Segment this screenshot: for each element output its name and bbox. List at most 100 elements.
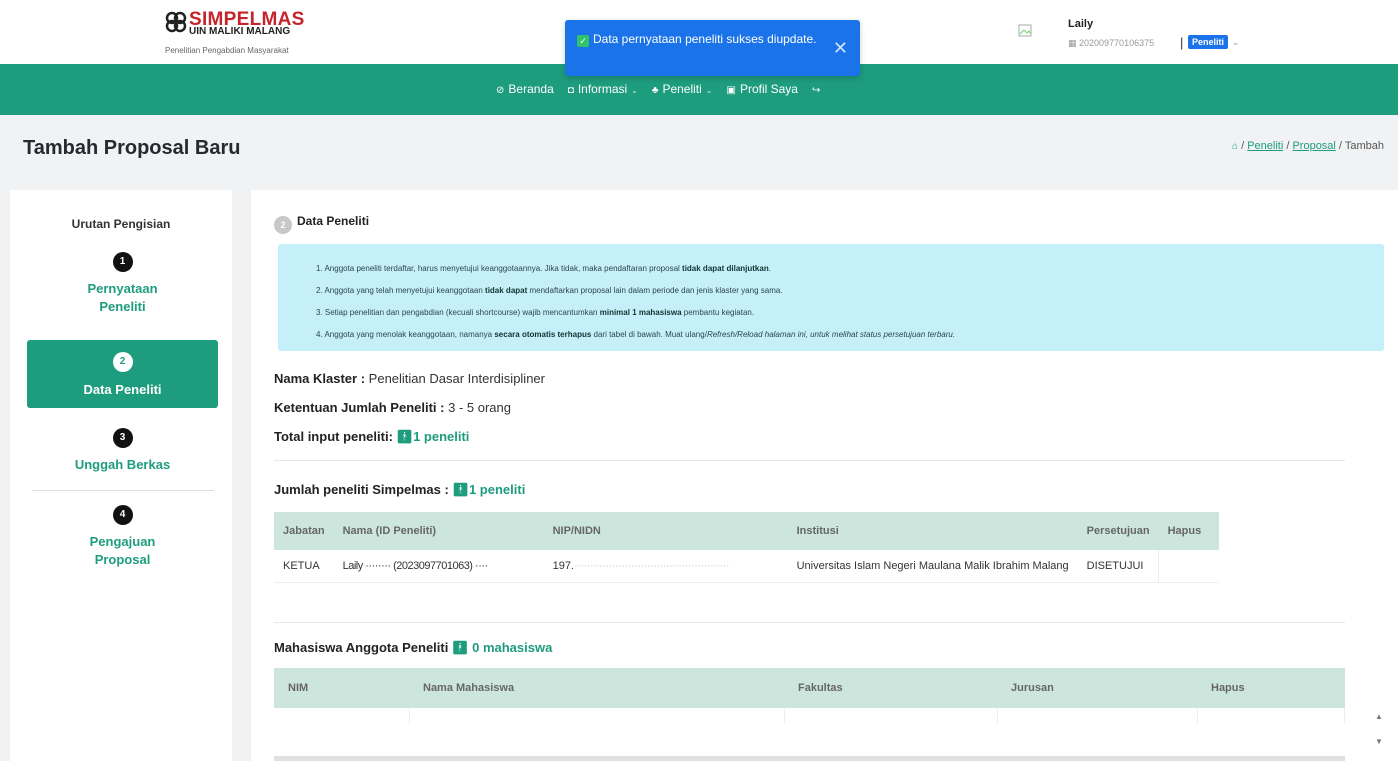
user-id-value: 202009770106375	[1079, 38, 1155, 48]
breadcrumb: ⌂ / Peneliti / Proposal / Tambah	[1231, 140, 1384, 152]
step-sidebar: Urutan Pengisian 1 Pernyataan Peneliti 2…	[10, 190, 232, 761]
mahasiswa-label: Mahasiswa Anggota Peneliti	[274, 640, 449, 655]
col-fakultas: Fakultas	[784, 668, 997, 708]
simpelmas-value: 1 peneliti	[468, 482, 526, 497]
empty-cell	[274, 708, 410, 724]
alert-line-1: 1. Anggota peneliti terdaftar, harus men…	[316, 258, 1384, 280]
nav-profil-label: Profil Saya	[739, 82, 798, 96]
alert-text: pembantu kegiatan.	[681, 308, 755, 317]
table-row-empty	[274, 708, 1345, 724]
scroll-up-icon[interactable]: ▲	[1375, 712, 1383, 721]
alert-text: 1. Anggota peneliti terdaftar, harus men…	[316, 264, 683, 273]
empty-cell	[784, 708, 998, 724]
mahasiswa-anggota: Mahasiswa Anggota Peneliti 🚹︎ 0 mahasisw…	[274, 640, 552, 656]
cell-institusi: Universitas Islam Negeri Maulana Malik I…	[787, 550, 1078, 583]
nama-klaster-value: Penelitian Dasar Interdisipliner	[368, 371, 545, 386]
col-institusi: Institusi	[787, 512, 1078, 550]
table-row: KETUA Laily ········ (2023097701063) ···…	[274, 550, 1219, 583]
alert-text: mendaftarkan proposal lain dalam periode…	[527, 286, 783, 295]
alert-line-4: 4. Anggota yang menolak keanggotaan, nam…	[316, 324, 1384, 346]
nav-informasi[interactable]: ◘ Informasi ⌄	[568, 82, 638, 96]
users-icon: ♣	[651, 85, 659, 96]
col-hapus: Hapus	[1197, 668, 1345, 708]
step-label: Data Peneliti	[83, 382, 162, 397]
total-label: Total input peneliti:	[274, 429, 393, 444]
chevron-down-icon[interactable]: ⌄	[1232, 37, 1240, 48]
col-jurusan: Jurusan	[997, 668, 1197, 708]
page-title: Tambah Proposal Baru	[23, 137, 241, 159]
col-jabatan: Jabatan	[274, 512, 334, 550]
total-input: Total input peneliti: 🚹︎1 peneliti	[274, 429, 469, 445]
peneliti-table: Jabatan Nama (ID Peneliti) NIP/NIDN Inst…	[274, 512, 1219, 583]
simpelmas-label: Jumlah peneliti Simpelmas :	[274, 482, 449, 497]
alert-text: dari tabel di bawah. Muat ulang/	[591, 330, 707, 339]
total-value: 1 peneliti	[413, 429, 470, 444]
toast-message: Data pernyataan peneliti sukses diupdate…	[593, 32, 817, 46]
step-number: 2	[112, 352, 133, 372]
empty-cell	[409, 708, 785, 724]
dashboard-icon: ⊘	[496, 85, 505, 96]
info-alert: 1. Anggota peneliti terdaftar, harus men…	[278, 244, 1384, 351]
user-name: Laily	[1068, 18, 1094, 30]
alert-line-2: 2. Anggota yang telah menyetujui keanggo…	[316, 280, 1384, 302]
col-hapus: Hapus	[1158, 512, 1219, 550]
table-header-row: NIM Nama Mahasiswa Fakultas Jurusan Hapu…	[274, 668, 1345, 708]
nav-beranda[interactable]: ⊘ Beranda	[496, 82, 554, 96]
nav-peneliti[interactable]: ♣ Peneliti ⌄	[652, 82, 713, 96]
col-nama-mahasiswa: Nama Mahasiswa	[409, 668, 784, 708]
section-title: 2 Data Peneliti	[274, 214, 369, 234]
logout-button[interactable]: ↪	[812, 82, 824, 96]
divider	[32, 490, 214, 491]
logo-subtitle: UIN MALIKI MALANG	[189, 26, 291, 37]
ketentuan-jumlah: Ketentuan Jumlah Peneliti : 3 - 5 orang	[274, 400, 511, 415]
nama-klaster-label: Nama Klaster :	[274, 371, 366, 386]
step-label: Pengajuan Proposal	[89, 534, 156, 567]
col-persetujuan: Persetujuan	[1077, 512, 1159, 550]
nav-profil[interactable]: ▣ Profil Saya	[727, 82, 798, 96]
alert-bold: minimal 1 mahasiswa	[599, 308, 682, 317]
step-number: 4	[112, 505, 133, 525]
mahasiswa-value: 0 mahasiswa	[472, 640, 553, 655]
ketentuan-value: 3 - 5 orang	[448, 400, 511, 415]
cell-persetujuan: DISETUJUI	[1077, 550, 1159, 583]
nav-beranda-label: Beranda	[508, 82, 554, 96]
step-number: 3	[112, 428, 133, 448]
home-icon[interactable]: ⌂	[1232, 141, 1238, 152]
step-unggah-berkas[interactable]: 3 Unggah Berkas	[27, 428, 218, 474]
step-pernyataan-peneliti[interactable]: 1 Pernyataan Peneliti	[27, 252, 218, 316]
person-icon: 🚹︎	[451, 640, 469, 655]
cell-jabatan: KETUA	[274, 550, 334, 583]
divider	[274, 622, 1345, 623]
logo-icon	[165, 11, 187, 33]
breadcrumb-current: Tambah	[1344, 140, 1384, 152]
sidebar-heading: Urutan Pengisian	[71, 217, 171, 231]
empty-cell	[997, 708, 1198, 724]
alert-bold: secara otomatis terhapus	[494, 330, 592, 339]
page-title-bar: Tambah Proposal Baru ⌂ / Peneliti / Prop…	[0, 115, 1398, 185]
cell-hapus[interactable]	[1158, 550, 1219, 583]
id-card-icon: ▣	[726, 85, 736, 96]
section-number-badge: 2	[274, 216, 292, 234]
nav-peneliti-label: Peneliti	[662, 82, 702, 96]
alert-bold: tidak dapat	[485, 286, 528, 295]
scroll-down-icon[interactable]: ▼	[1375, 737, 1383, 746]
person-icon: 🚹︎	[452, 482, 469, 497]
nav-informasi-label: Informasi	[577, 82, 628, 96]
table-header-row: Jabatan Nama (ID Peneliti) NIP/NIDN Inst…	[274, 512, 1219, 550]
step-data-peneliti[interactable]: 2 Data Peneliti	[27, 340, 218, 408]
alert-bold: tidak dapat dilanjutkan	[682, 264, 769, 273]
breadcrumb-proposal[interactable]: Proposal	[1292, 140, 1335, 152]
close-icon[interactable]: ✕	[833, 38, 848, 59]
user-separator: |	[1180, 35, 1184, 50]
horizontal-scrollbar[interactable]	[274, 756, 1345, 761]
role-badge: Peneliti	[1188, 35, 1229, 49]
step-pengajuan-proposal[interactable]: 4 Pengajuan Proposal	[27, 505, 218, 569]
col-nama: Nama (ID Peneliti)	[333, 512, 544, 550]
chevron-down-icon: ⌄	[631, 86, 638, 95]
alert-text: 2. Anggota yang telah menyetujui keanggo…	[316, 286, 486, 295]
alert-italic: Refresh/Reload halaman ini, untuk meliha…	[706, 330, 956, 339]
broken-image-icon	[1018, 24, 1032, 37]
breadcrumb-peneliti[interactable]: Peneliti	[1247, 140, 1283, 152]
alert-text: .	[768, 264, 771, 273]
ketentuan-label: Ketentuan Jumlah Peneliti :	[274, 400, 445, 415]
